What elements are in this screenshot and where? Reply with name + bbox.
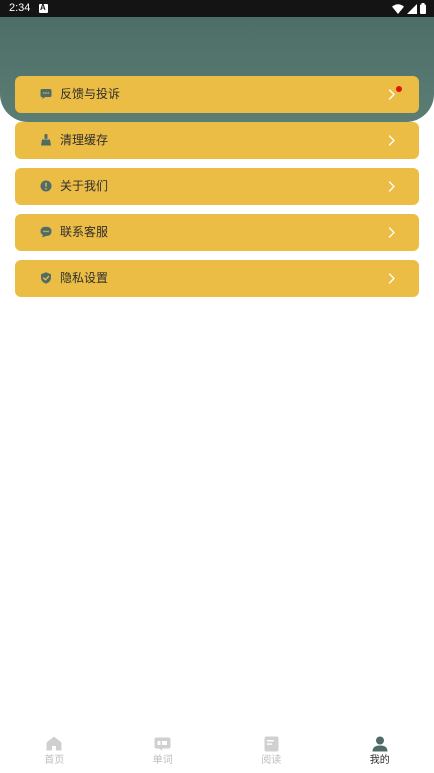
settings-menu: 反馈与投诉 清理缓存 关于我们 联系客服 隐私设置 <box>15 76 419 306</box>
menu-item-clear-cache[interactable]: 清理缓存 <box>15 122 419 159</box>
menu-item-feedback[interactable]: 反馈与投诉 <box>15 76 419 113</box>
chevron-right-icon <box>388 227 395 238</box>
status-time: 2:34 <box>9 2 31 14</box>
word-card-icon <box>154 735 172 752</box>
bottom-navigation: 首页 单词 阅读 我的 <box>0 726 434 773</box>
menu-item-label: 联系客服 <box>60 225 109 239</box>
menu-item-label: 反馈与投诉 <box>60 87 121 101</box>
menu-item-privacy-settings[interactable]: 隐私设置 <box>15 260 419 297</box>
nav-tab-label: 单词 <box>152 755 173 766</box>
chevron-right-icon <box>388 273 395 284</box>
user-icon <box>371 735 389 752</box>
status-bar: 2:34 <box>0 0 434 17</box>
chevron-right-icon <box>388 135 395 146</box>
home-icon <box>45 735 63 752</box>
nav-tab-label: 首页 <box>44 755 65 766</box>
chevron-right-icon <box>388 181 395 192</box>
info-icon <box>40 180 52 192</box>
menu-item-label: 清理缓存 <box>60 133 109 147</box>
nav-tab-label: 阅读 <box>261 755 282 766</box>
menu-item-label: 关于我们 <box>60 179 109 193</box>
broom-icon <box>40 134 52 146</box>
nav-tab-words[interactable]: 单词 <box>109 726 218 773</box>
wifi-icon <box>392 3 404 14</box>
document-icon <box>262 735 280 752</box>
chevron-right-icon <box>388 89 395 100</box>
shield-icon <box>40 272 52 284</box>
battery-icon <box>420 3 426 14</box>
nav-tab-mine[interactable]: 我的 <box>326 726 434 773</box>
menu-item-label: 隐私设置 <box>60 271 109 285</box>
nav-tab-reading[interactable]: 阅读 <box>217 726 326 773</box>
nav-tab-label: 我的 <box>369 755 390 766</box>
status-icons <box>392 3 426 14</box>
menu-item-about-us[interactable]: 关于我们 <box>15 168 419 205</box>
nav-tab-home[interactable]: 首页 <box>0 726 109 773</box>
notification-a-icon <box>39 3 48 13</box>
menu-item-customer-service[interactable]: 联系客服 <box>15 214 419 251</box>
chat-icon <box>40 226 52 238</box>
signal-icon <box>407 3 417 14</box>
message-icon <box>40 88 52 100</box>
